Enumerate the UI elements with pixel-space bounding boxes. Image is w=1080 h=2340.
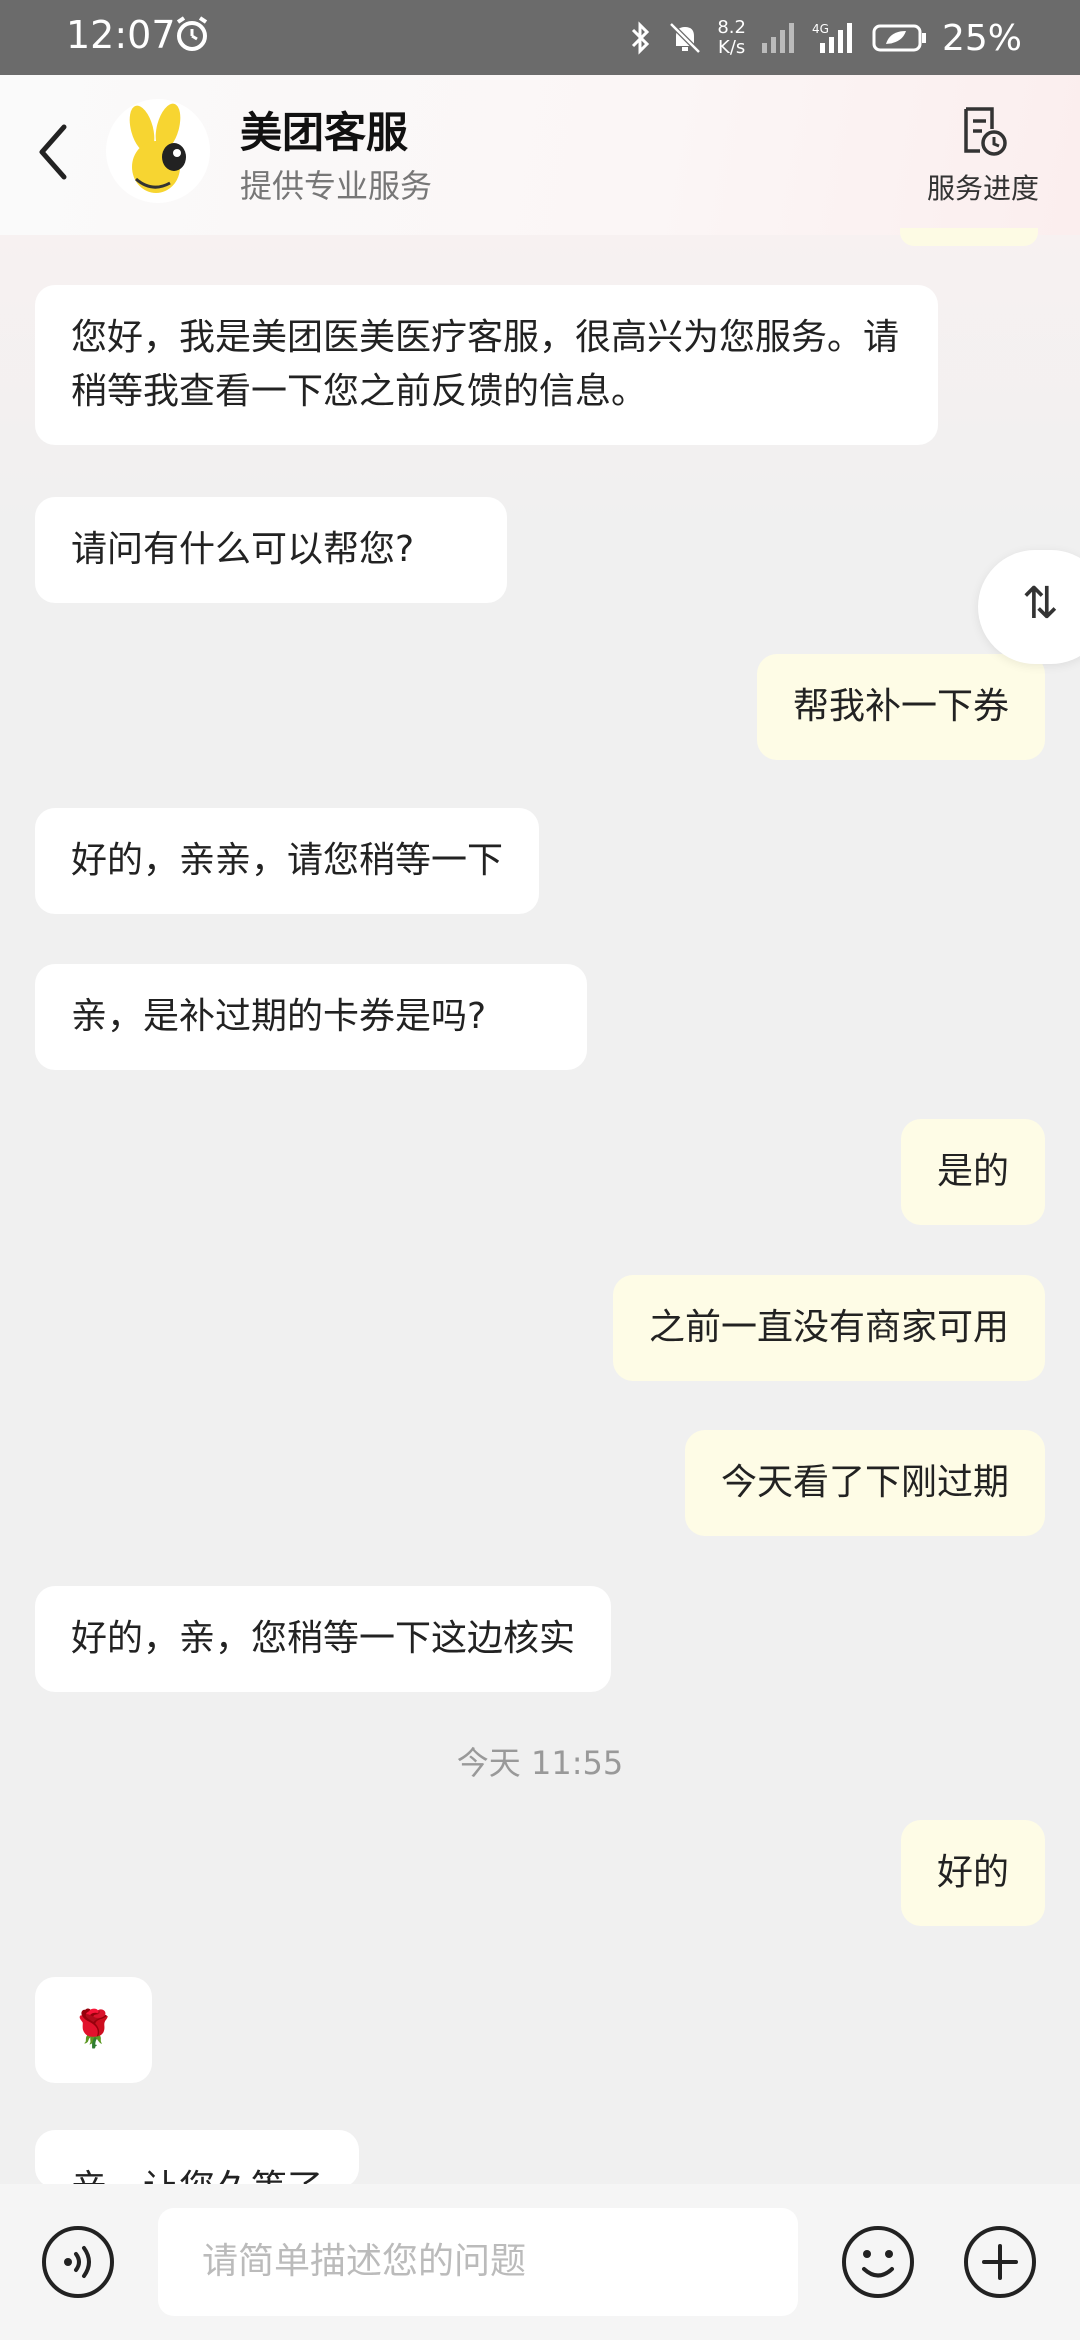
- time-separator: 今天 11:55: [456, 1744, 624, 1782]
- page-subtitle: 提供专业服务: [240, 167, 433, 205]
- message-bubble: 好的: [900, 1820, 1045, 1926]
- network-speed-unit: K/s: [718, 37, 746, 58]
- voice-icon[interactable]: [40, 2224, 116, 2300]
- message-bubble: 帮我补一下券: [756, 654, 1045, 760]
- network-speed: 8.2 K/s: [717, 18, 746, 58]
- status-time: 12:07: [66, 13, 176, 57]
- alarm-icon: [176, 16, 208, 51]
- signal-4g-icon: 4G: [812, 22, 852, 53]
- swap-arrows-icon: ⇅: [1022, 578, 1059, 629]
- plus-icon[interactable]: [962, 2224, 1038, 2300]
- signal-icon-1: [761, 23, 794, 53]
- message-bubble: 是的: [900, 1119, 1045, 1225]
- battery-icon: [872, 24, 926, 52]
- back-icon[interactable]: [32, 117, 76, 187]
- message-bubble: 亲，是补过期的卡券是吗?: [35, 964, 587, 1070]
- message-bubble: 您好，我是美团医美医疗客服，很高兴为您服务。请稍等我查看一下您之前反馈的信息。: [35, 285, 938, 445]
- message-bubble: 好的，亲，您稍等一下这边核实: [35, 1586, 612, 1692]
- bluetooth-icon: [632, 21, 650, 55]
- service-progress-button[interactable]: 服务进度: [918, 105, 1048, 207]
- message-bubble: 好的，亲亲，请您稍等一下: [35, 808, 540, 914]
- service-progress-icon: [964, 107, 1007, 156]
- mute-bell-icon: [669, 22, 702, 54]
- partial-message-bubble: [900, 228, 1038, 246]
- message-bubble: 请问有什么可以帮您?: [35, 497, 507, 603]
- service-progress-label: 服务进度: [926, 172, 1039, 205]
- mascot-avatar-icon: [129, 103, 186, 193]
- svg-text:4G: 4G: [812, 22, 829, 36]
- message-bubble: 亲，让您久等了: [35, 2130, 360, 2188]
- status-bar: 12:07 8.2 K/s 4G 25%: [0, 0, 1080, 75]
- chat-header: 美团客服 提供专业服务 服务进度: [0, 75, 1080, 235]
- message-bubble: 今天看了下刚过期: [684, 1430, 1045, 1536]
- battery-percent: 25%: [941, 17, 1022, 59]
- rose-emoji-message: 🌹: [35, 1977, 152, 2083]
- message-input[interactable]: 请简单描述您的问题: [158, 2208, 798, 2316]
- network-speed-value: 8.2: [717, 17, 746, 38]
- avatar[interactable]: [106, 99, 210, 203]
- scroll-toggle-button[interactable]: ⇅: [978, 550, 1080, 664]
- emoji-icon[interactable]: [840, 2224, 916, 2300]
- message-bubble: 之前一直没有商家可用: [612, 1275, 1045, 1381]
- status-icons: 8.2 K/s 4G 25%: [629, 10, 1022, 66]
- input-bar: 请简单描述您的问题: [0, 2184, 1080, 2340]
- page-title: 美团客服: [240, 108, 409, 157]
